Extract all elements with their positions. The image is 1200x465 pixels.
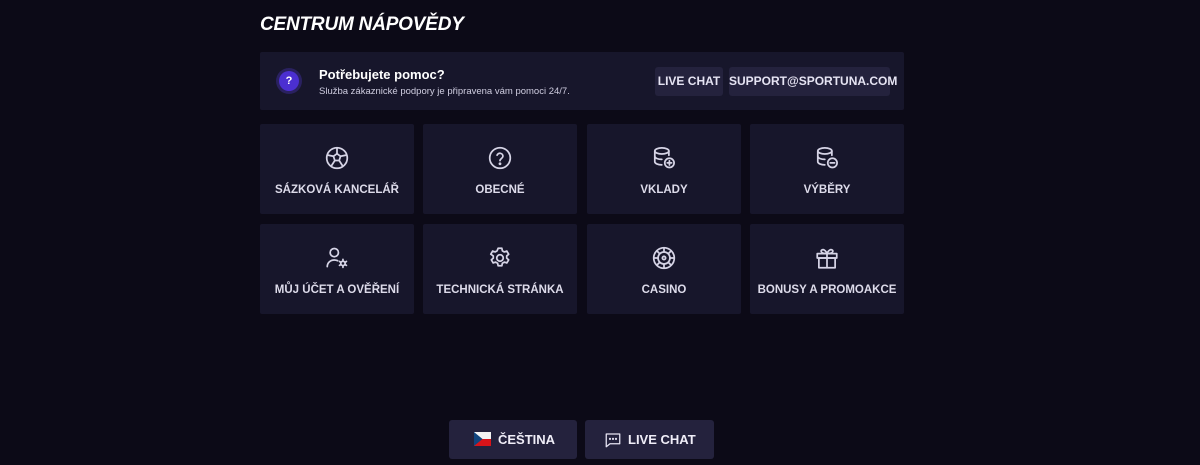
gift-icon: [816, 248, 838, 269]
category-card-withdrawals[interactable]: VÝBĚRY: [750, 124, 904, 214]
user-settings-icon: [326, 247, 348, 269]
category-card-technical[interactable]: TECHNICKÁ STRÁNKA: [423, 224, 577, 314]
live-chat-button[interactable]: LIVE CHAT: [655, 67, 723, 96]
language-label: ČEŠTINA: [498, 432, 556, 447]
category-label: VKLADY: [640, 184, 688, 196]
category-card-account[interactable]: MŮJ ÚČET A OVĚŘENÍ: [260, 224, 414, 314]
page-title: CENTRUM NÁPOVĚDY: [260, 14, 464, 35]
category-card-bonuses[interactable]: BONUSY A PROMOAKCE: [750, 224, 904, 314]
chat-bubble-icon: [605, 433, 621, 448]
roulette-icon: [652, 246, 676, 270]
soccer-ball-icon: [325, 146, 349, 170]
category-label: BONUSY A PROMOAKCE: [757, 284, 897, 296]
czech-flag-icon: [474, 432, 491, 446]
category-card-casino[interactable]: CASINO: [587, 224, 741, 314]
category-card-sportsbook[interactable]: SÁZKOVÁ KANCELÁŘ: [260, 124, 414, 214]
help-banner-title: Potřebujete pomoc?: [319, 67, 445, 82]
help-banner: ? Potřebujete pomoc? Služba zákaznické p…: [260, 52, 904, 110]
language-button[interactable]: ČEŠTINA: [449, 420, 577, 459]
gear-icon: [489, 247, 510, 267]
category-label: CASINO: [641, 284, 687, 296]
coins-plus-icon: [653, 147, 675, 169]
footer-live-chat-label: LIVE CHAT: [628, 432, 696, 447]
category-card-general[interactable]: OBECNÉ: [423, 124, 577, 214]
question-badge-icon: ?: [279, 71, 299, 91]
category-label: OBECNÉ: [475, 184, 525, 196]
support-email-button[interactable]: SUPPORT@SPORTUNA.COM: [729, 67, 897, 96]
help-banner-subtitle: Služba zákaznické podpory je připravena …: [319, 86, 570, 97]
coins-minus-icon: [816, 147, 838, 169]
category-label: VÝBĚRY: [803, 184, 851, 196]
category-label: SÁZKOVÁ KANCELÁŘ: [275, 184, 399, 196]
footer-live-chat-button[interactable]: LIVE CHAT: [585, 420, 714, 459]
category-label: TECHNICKÁ STRÁNKA: [436, 284, 564, 296]
category-card-deposits[interactable]: VKLADY: [587, 124, 741, 214]
category-label: MŮJ ÚČET A OVĚŘENÍ: [274, 284, 400, 296]
question-circle-icon: [488, 146, 512, 170]
